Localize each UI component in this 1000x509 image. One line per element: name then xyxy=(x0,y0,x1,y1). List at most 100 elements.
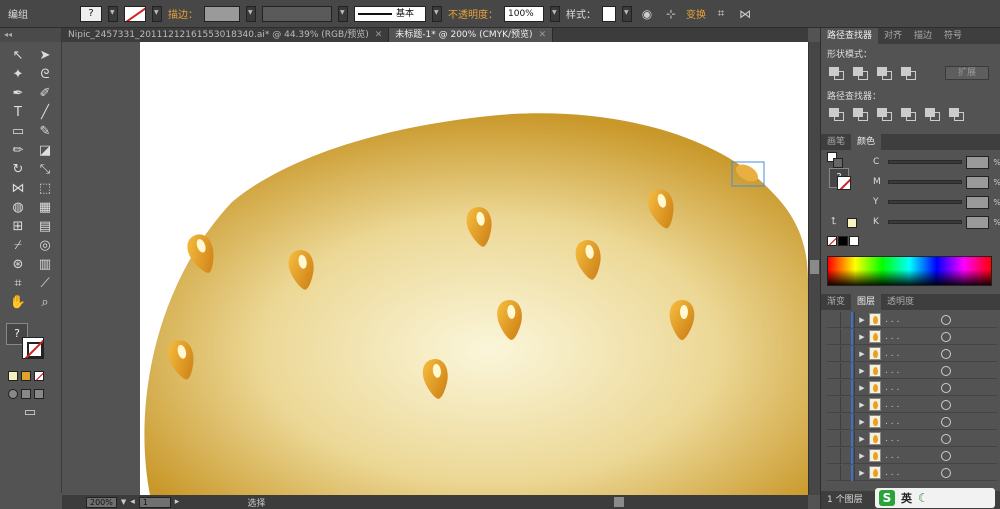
opacity-field[interactable]: 100% xyxy=(504,5,544,22)
cyan-slider[interactable] xyxy=(887,160,962,164)
gradient-tool-icon[interactable]: ▤ xyxy=(33,217,57,235)
black-swatch[interactable] xyxy=(838,236,848,246)
close-icon[interactable]: ✕ xyxy=(539,28,547,42)
target-circle-icon[interactable] xyxy=(941,450,951,461)
none-swatch[interactable] xyxy=(827,236,837,246)
target-circle-icon[interactable] xyxy=(941,314,951,325)
tab-gradient[interactable]: 渐变 xyxy=(821,294,851,310)
none-mode-icon[interactable] xyxy=(34,371,44,381)
visibility-toggle[interactable] xyxy=(827,362,841,379)
bun-artwork[interactable] xyxy=(62,42,808,495)
panel-grip-icon[interactable]: ◂◂ xyxy=(0,28,61,42)
layer-row[interactable]: ▶ . . . xyxy=(827,345,997,362)
expand-arrow-icon[interactable]: ▶ xyxy=(855,418,869,426)
input-method-bar[interactable]: S 英 ☾ xyxy=(875,488,995,508)
visibility-toggle[interactable] xyxy=(827,396,841,413)
bun-top-shape[interactable] xyxy=(144,113,808,495)
layer-row[interactable]: ▶ . . . xyxy=(827,379,997,396)
paintbrush-tool-icon[interactable]: ✎ xyxy=(33,122,57,140)
tab-stroke[interactable]: 描边 xyxy=(908,28,938,44)
draw-inside-icon[interactable] xyxy=(34,389,44,399)
minus-back-icon[interactable] xyxy=(949,108,964,121)
isolate-icon[interactable]: ⌗ xyxy=(712,5,730,23)
artboard-number-field[interactable]: 1 xyxy=(138,496,171,508)
horizontal-scroll-thumb[interactable] xyxy=(614,497,624,507)
selection-tool-icon[interactable]: ↖ xyxy=(6,46,30,64)
tab-color[interactable]: 颜色 xyxy=(851,134,882,150)
target-circle-icon[interactable] xyxy=(941,382,951,393)
visibility-toggle[interactable] xyxy=(827,464,841,481)
visibility-toggle[interactable] xyxy=(827,430,841,447)
black-slider[interactable] xyxy=(887,220,962,224)
layer-row[interactable]: ▶ . . . xyxy=(827,328,997,345)
stroke-weight-field[interactable] xyxy=(204,5,240,22)
variable-width-dropdown[interactable] xyxy=(338,5,348,22)
visibility-toggle[interactable] xyxy=(827,379,841,396)
visibility-toggle[interactable] xyxy=(827,311,841,328)
slice-tool-icon[interactable]: ⟋ xyxy=(33,274,57,292)
chevron-down-icon[interactable]: ▼ xyxy=(121,498,126,506)
expand-arrow-icon[interactable]: ▶ xyxy=(855,469,869,477)
expand-arrow-icon[interactable]: ▶ xyxy=(855,452,869,460)
gamut-swatch[interactable] xyxy=(847,218,857,228)
target-circle-icon[interactable] xyxy=(941,348,951,359)
exclude-icon[interactable] xyxy=(901,67,916,80)
hand-tool-icon[interactable]: ✋ xyxy=(6,293,30,311)
tab-transparency[interactable]: 透明度 xyxy=(881,294,920,310)
direct-selection-tool-icon[interactable]: ➤ xyxy=(33,46,57,64)
intersect-icon[interactable] xyxy=(877,67,892,80)
layer-row[interactable]: ▶ . . . xyxy=(827,464,997,481)
rectangle-tool-icon[interactable]: ▭ xyxy=(6,122,30,140)
lock-toggle[interactable] xyxy=(841,328,855,345)
unite-icon[interactable] xyxy=(829,67,844,80)
visibility-toggle[interactable] xyxy=(827,447,841,464)
scale-tool-icon[interactable]: ⤡ xyxy=(33,160,57,178)
stroke-box[interactable] xyxy=(22,337,44,359)
symbol-sprayer-tool-icon[interactable]: ⊛ xyxy=(6,255,30,273)
color-mode-icon[interactable] xyxy=(8,371,18,381)
visibility-toggle[interactable] xyxy=(827,345,841,362)
lock-toggle[interactable] xyxy=(841,430,855,447)
minus-front-icon[interactable] xyxy=(853,67,868,80)
expand-button[interactable]: 扩展 xyxy=(945,66,989,80)
tab-layers[interactable]: 图层 xyxy=(851,294,882,310)
expand-arrow-icon[interactable]: ▶ xyxy=(855,333,869,341)
layer-row[interactable]: ▶ . . . xyxy=(827,430,997,447)
screen-mode-icon[interactable]: ▭ xyxy=(18,403,42,421)
target-circle-icon[interactable] xyxy=(941,399,951,410)
expand-arrow-icon[interactable]: ▶ xyxy=(855,350,869,358)
lasso-tool-icon[interactable]: ᘓ xyxy=(33,65,57,83)
variable-width-field[interactable] xyxy=(262,5,332,22)
expand-arrow-icon[interactable]: ▶ xyxy=(855,316,869,324)
blend-tool-icon[interactable]: ◎ xyxy=(33,236,57,254)
layer-row[interactable]: ▶ . . . xyxy=(827,396,997,413)
shape-builder-tool-icon[interactable]: ◍ xyxy=(6,198,30,216)
layer-row[interactable]: ▶ . . . xyxy=(827,311,997,328)
fill-dropdown[interactable] xyxy=(108,5,118,22)
lock-toggle[interactable] xyxy=(841,362,855,379)
expand-arrow-icon[interactable]: ▶ xyxy=(855,435,869,443)
tab-align[interactable]: 对齐 xyxy=(878,28,908,44)
graph-tool-icon[interactable]: ▥ xyxy=(33,255,57,273)
eyedropper-tool-icon[interactable]: ⌿ xyxy=(6,236,30,254)
expand-arrow-icon[interactable]: ▶ xyxy=(855,384,869,392)
magic-wand-tool-icon[interactable]: ✦ xyxy=(6,65,30,83)
zoom-field[interactable]: 200% xyxy=(86,496,117,508)
prev-artboard-icon[interactable]: ◂ xyxy=(130,497,135,507)
lock-toggle[interactable] xyxy=(841,379,855,396)
crop-icon[interactable] xyxy=(901,108,916,121)
lock-toggle[interactable] xyxy=(841,396,855,413)
type-tool-icon[interactable]: T xyxy=(6,103,30,121)
magenta-slider[interactable] xyxy=(887,180,962,184)
tab-pathfinder[interactable]: 路径查找器 xyxy=(821,28,879,44)
scroll-thumb[interactable] xyxy=(810,260,819,274)
mesh-tool-icon[interactable]: ⊞ xyxy=(6,217,30,235)
width-tool-icon[interactable]: ⋈ xyxy=(6,179,30,197)
next-artboard-icon[interactable]: ▸ xyxy=(175,497,180,507)
opacity-label[interactable]: 不透明度： xyxy=(448,6,498,21)
black-field[interactable] xyxy=(965,215,990,229)
lock-toggle[interactable] xyxy=(841,464,855,481)
brush-definition-field[interactable]: 基本 xyxy=(354,5,426,22)
expand-arrow-icon[interactable]: ▶ xyxy=(855,367,869,375)
white-swatch[interactable] xyxy=(849,236,859,246)
